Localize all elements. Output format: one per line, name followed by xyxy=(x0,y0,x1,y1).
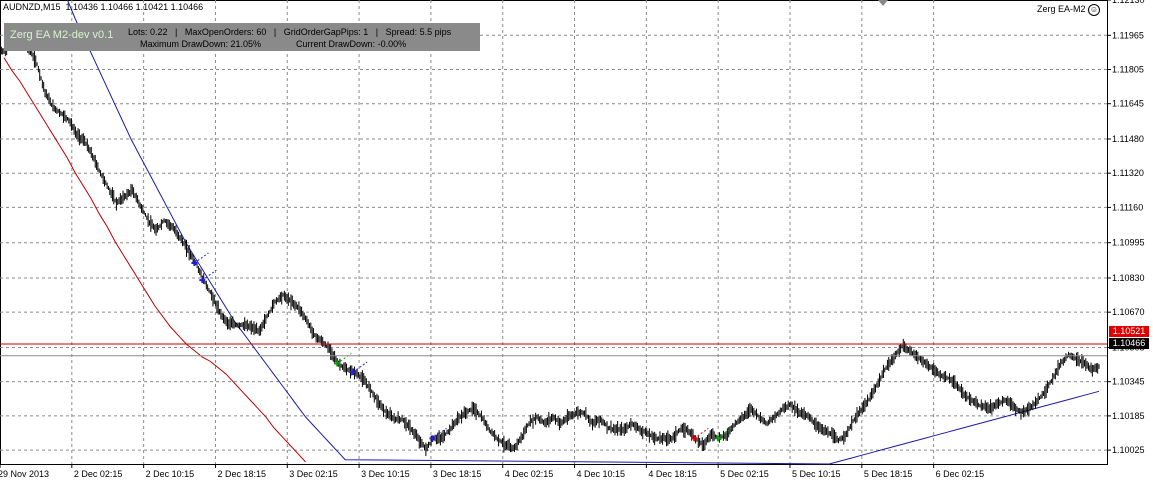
y-tick-label: 1.10830 xyxy=(1112,273,1145,283)
order-link-line xyxy=(202,269,217,281)
y-tick-label: 1.11645 xyxy=(1112,99,1144,109)
y-tick-label: 1.12130 xyxy=(1112,0,1145,5)
x-tick-label: 3 Dec 02:15 xyxy=(289,469,338,479)
price-chart[interactable]: 1.12130 1.11965 1.11805 1.11645 1.11480 1.113… xyxy=(0,0,1153,497)
y-axis-ticks: 1.12130 1.11965 1.11805 1.11645 1.11480 1.113… xyxy=(1107,0,1145,455)
x-tick-label: 4 Dec 10:15 xyxy=(577,469,626,479)
y-tick-label: 1.10185 xyxy=(1112,411,1145,421)
y-tick-label: 1.10025 xyxy=(1112,445,1145,455)
x-tick-label: 4 Dec 02:15 xyxy=(505,469,554,479)
order-link-line xyxy=(336,353,352,364)
y-tick-label: 1.11160 xyxy=(1112,202,1143,212)
ea-title: Zerg EA M2-dev v0.1 xyxy=(10,29,114,41)
y-tick-label: 1.10670 xyxy=(1112,307,1145,317)
x-tick-label: 5 Dec 10:15 xyxy=(792,469,841,479)
x-tick-label: 4 Dec 18:15 xyxy=(648,469,697,479)
plot-area xyxy=(0,0,1108,465)
x-tick-label: 3 Dec 18:15 xyxy=(433,469,482,479)
y-tick-label: 1.10995 xyxy=(1112,238,1145,248)
ea-info-panel: Zerg EA M2-dev v0.1 Lots: 0.22 | MaxOpen… xyxy=(4,23,480,51)
y-tick-label: 1.11480 xyxy=(1112,134,1144,144)
order-link-line xyxy=(352,361,368,373)
x-tick-label: 2 Dec 02:15 xyxy=(74,469,123,479)
chart-shift-arrow-icon[interactable] xyxy=(878,0,888,6)
y-tick-label: 1.11805 xyxy=(1112,64,1144,74)
y-tick-label: 1.11320 xyxy=(1112,168,1144,178)
x-tick-label: 2 Dec 18:15 xyxy=(217,469,266,479)
x-tick-label: 2 Dec 10:15 xyxy=(146,469,195,479)
x-axis-ticks: 29 Nov 2013 2 Dec 02:15 2 Dec 10:15 2 Dec 1… xyxy=(0,464,984,479)
smiley-icon: ☺ xyxy=(1088,4,1100,16)
symbol-label: AUDNZD,M15 1.10436 1.10466 1.10421 1.104… xyxy=(3,2,204,12)
y-tick-label: 1.10345 xyxy=(1112,377,1145,387)
y-tick-label: 1.11965 xyxy=(1112,30,1144,40)
ma-fast-line xyxy=(3,57,306,463)
x-tick-label: 29 Nov 2013 xyxy=(0,469,49,479)
x-tick-label: 6 Dec 02:15 xyxy=(936,469,985,479)
price-tag-current: 1.10466 xyxy=(1109,338,1149,349)
order-link-line xyxy=(694,427,709,439)
x-tick-label: 5 Dec 02:15 xyxy=(720,469,769,479)
ea-name-label: Zerg EA-M2 xyxy=(1037,4,1086,14)
candle-layer xyxy=(0,28,1100,456)
ea-drawdown-line: Maximum DrawDown: 21.05% Current DrawDow… xyxy=(140,39,407,49)
x-tick-label: 3 Dec 10:15 xyxy=(361,469,410,479)
order-link-line xyxy=(194,252,209,264)
ea-settings-line: Lots: 0.22 | MaxOpenOrders: 60 | GridOrd… xyxy=(128,27,452,37)
grid-lines xyxy=(0,0,1107,464)
price-tag-red-level: 1.10521 xyxy=(1109,326,1149,337)
price-level-lines xyxy=(0,343,1107,357)
x-tick-label: 5 Dec 18:15 xyxy=(864,469,913,479)
